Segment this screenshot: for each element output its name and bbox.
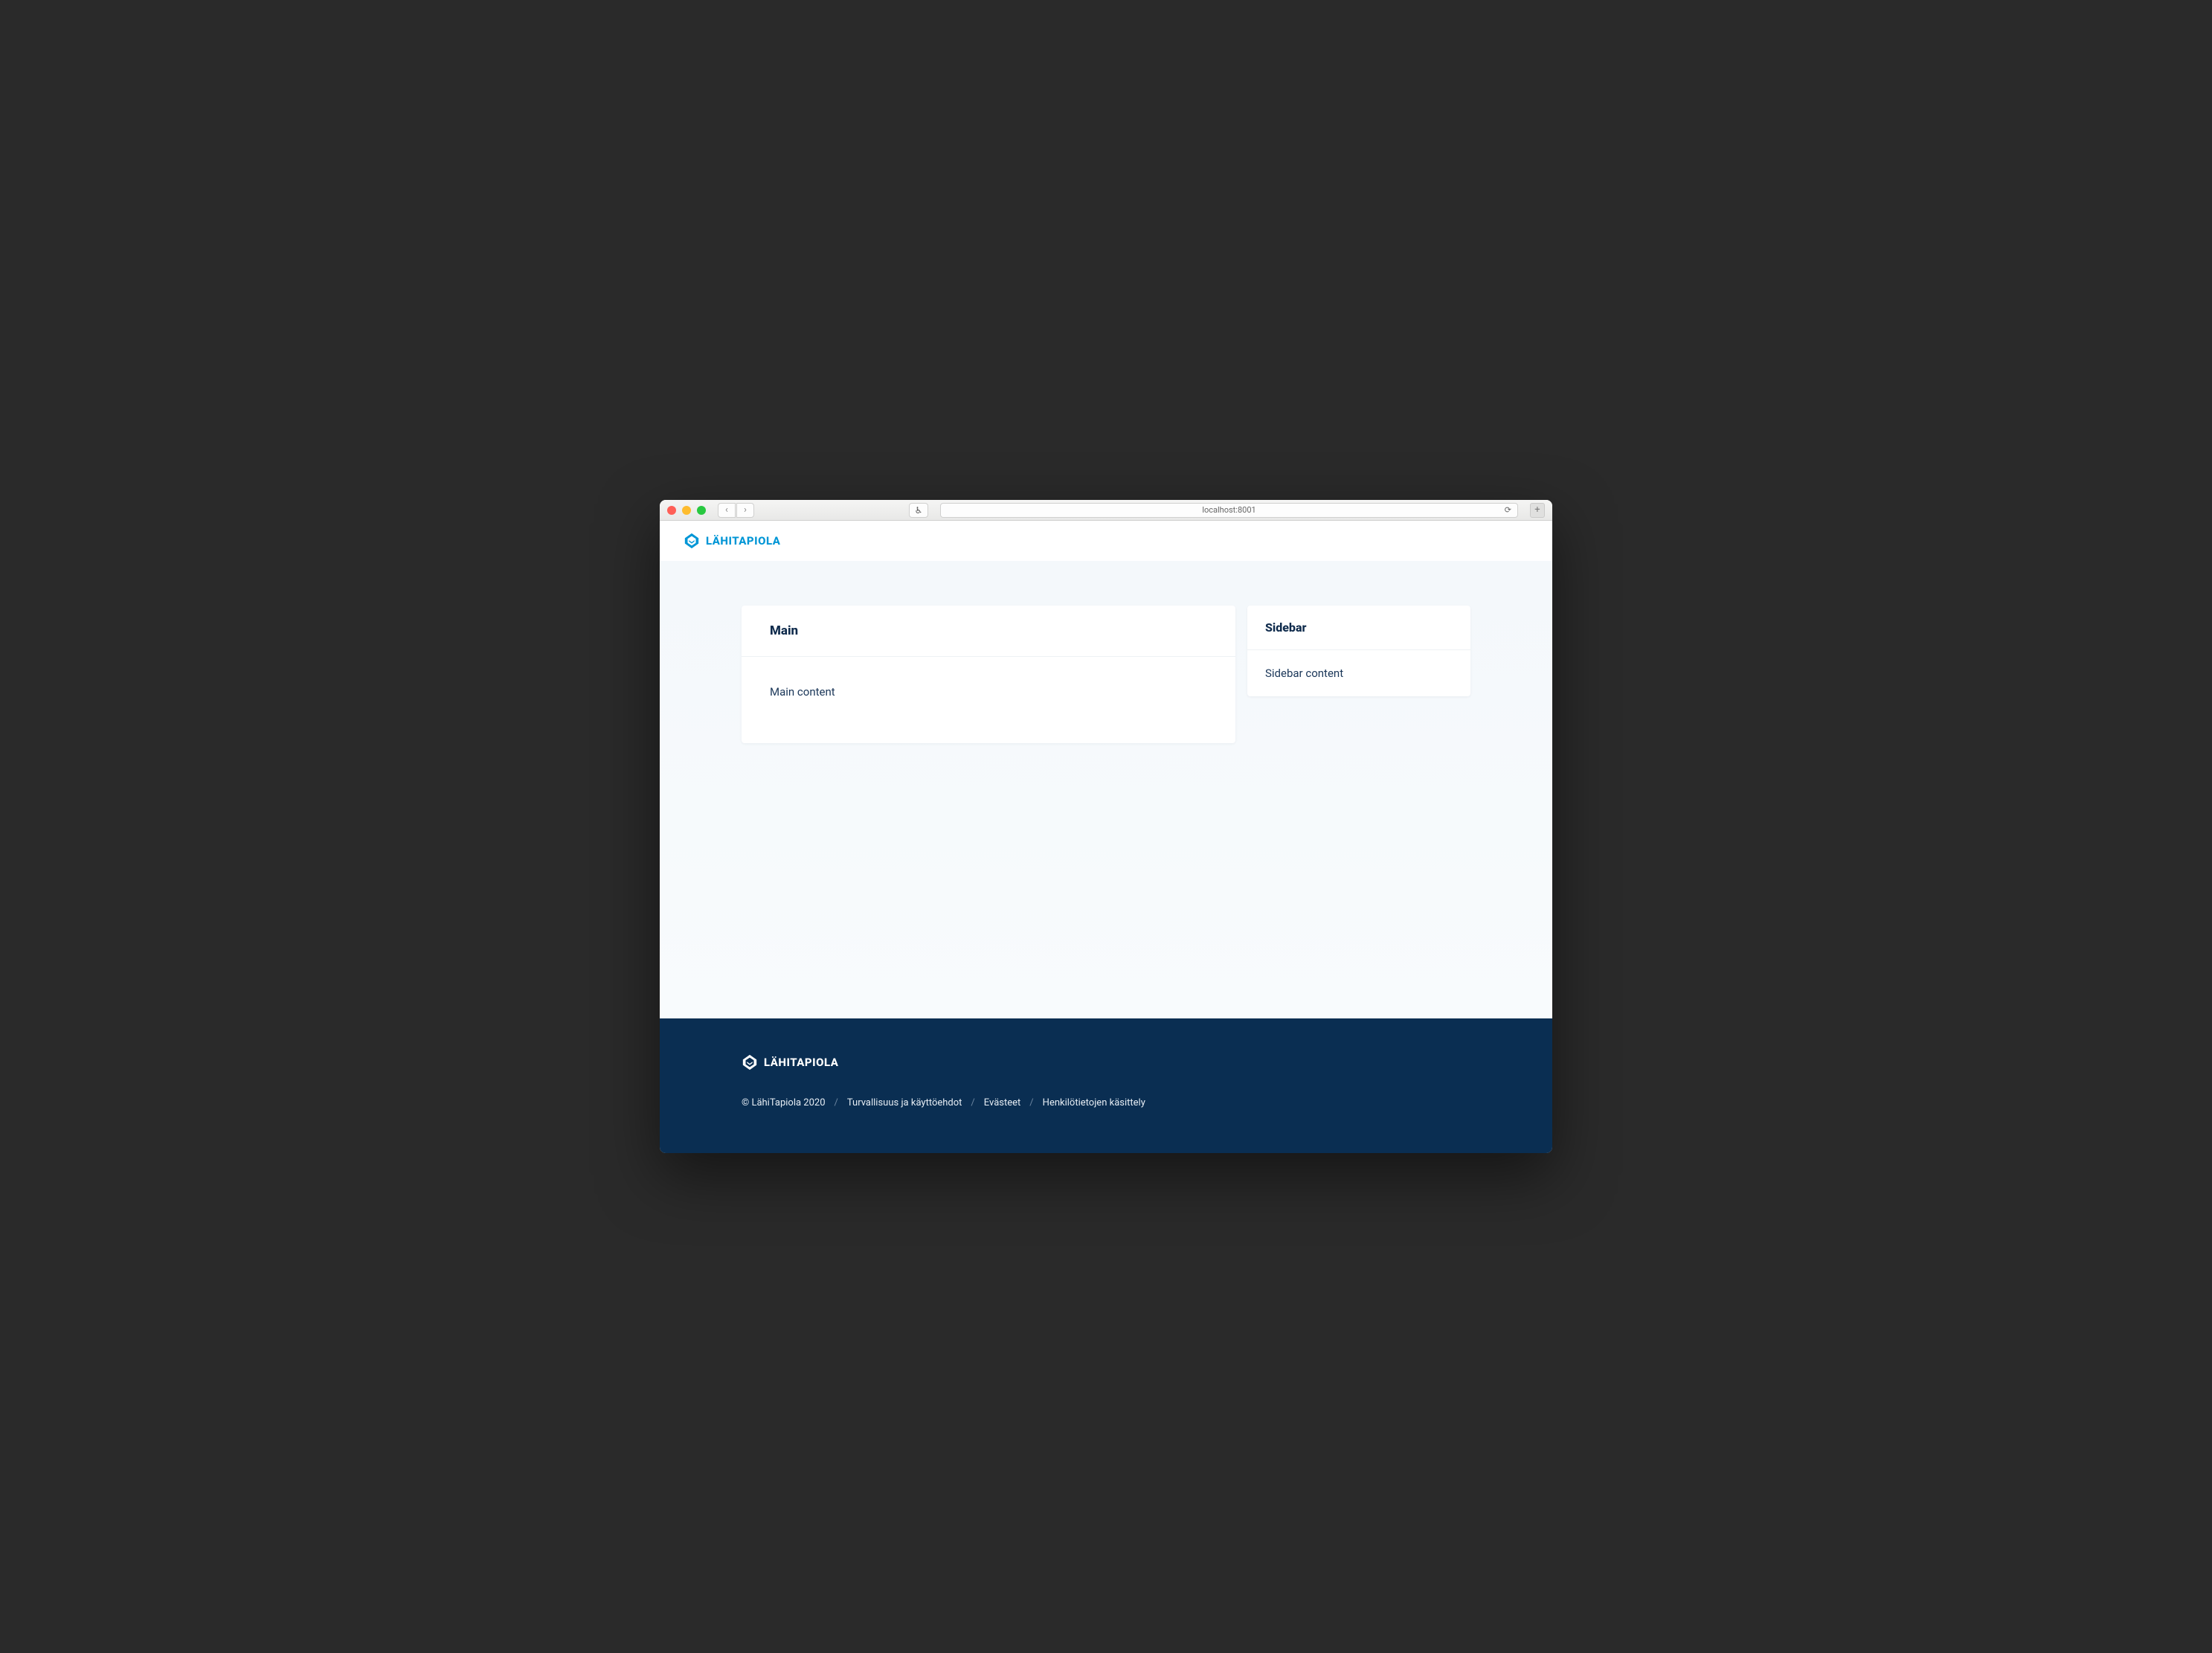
brand-logo-icon — [742, 1054, 758, 1071]
footer-separator: / — [971, 1097, 974, 1108]
brand-logo-icon — [684, 533, 700, 549]
main-card-title: Main — [742, 606, 1235, 657]
footer-links: © LähiTapiola 2020 / Turvallisuus ja käy… — [742, 1097, 1470, 1108]
browser-window: ‹ › ♿︎ localhost:8001 ⟳ + LÄHITAPIOLA Ma… — [660, 500, 1552, 1153]
close-window-button[interactable] — [667, 506, 676, 515]
url-bar[interactable]: localhost:8001 ⟳ — [940, 503, 1518, 518]
app-footer: LÄHITAPIOLA © LähiTapiola 2020 / Turvall… — [660, 1018, 1552, 1153]
minimize-window-button[interactable] — [682, 506, 691, 515]
main-card: Main Main content — [742, 606, 1235, 743]
maximize-window-button[interactable] — [697, 506, 706, 515]
app-viewport: LÄHITAPIOLA Main Main content Sidebar Si… — [660, 521, 1552, 1153]
url-text: localhost:8001 — [1202, 505, 1255, 515]
brand-name: LÄHITAPIOLA — [706, 534, 780, 548]
browser-titlebar: ‹ › ♿︎ localhost:8001 ⟳ + — [660, 500, 1552, 521]
app-header: LÄHITAPIOLA — [660, 521, 1552, 561]
footer-separator: / — [835, 1097, 838, 1108]
app-body: Main Main content Sidebar Sidebar conten… — [660, 561, 1552, 1018]
new-tab-button[interactable]: + — [1530, 503, 1545, 518]
sidebar-card-title: Sidebar — [1247, 606, 1470, 650]
footer-copyright: © LähiTapiola 2020 — [742, 1097, 826, 1108]
window-controls — [667, 506, 706, 515]
nav-arrows: ‹ › — [718, 503, 754, 518]
footer-link-cookies[interactable]: Evästeet — [984, 1097, 1021, 1108]
footer-brand-name: LÄHITAPIOLA — [764, 1056, 838, 1069]
footer-link-terms[interactable]: Turvallisuus ja käyttöehdot — [847, 1097, 962, 1108]
footer-link-privacy[interactable]: Henkilötietojen käsittely — [1043, 1097, 1145, 1108]
sidebar-card-content: Sidebar content — [1247, 650, 1470, 696]
accessibility-button[interactable]: ♿︎ — [909, 503, 928, 518]
back-button[interactable]: ‹ — [718, 503, 736, 518]
forward-button[interactable]: › — [736, 503, 754, 518]
sidebar-card: Sidebar Sidebar content — [1247, 606, 1470, 696]
reload-icon[interactable]: ⟳ — [1505, 505, 1511, 515]
brand-logo[interactable]: LÄHITAPIOLA — [684, 533, 780, 549]
accessibility-icon: ♿︎ — [915, 505, 923, 516]
main-card-content: Main content — [742, 657, 1235, 743]
footer-separator: / — [1029, 1097, 1033, 1108]
footer-brand-logo[interactable]: LÄHITAPIOLA — [742, 1054, 1470, 1071]
